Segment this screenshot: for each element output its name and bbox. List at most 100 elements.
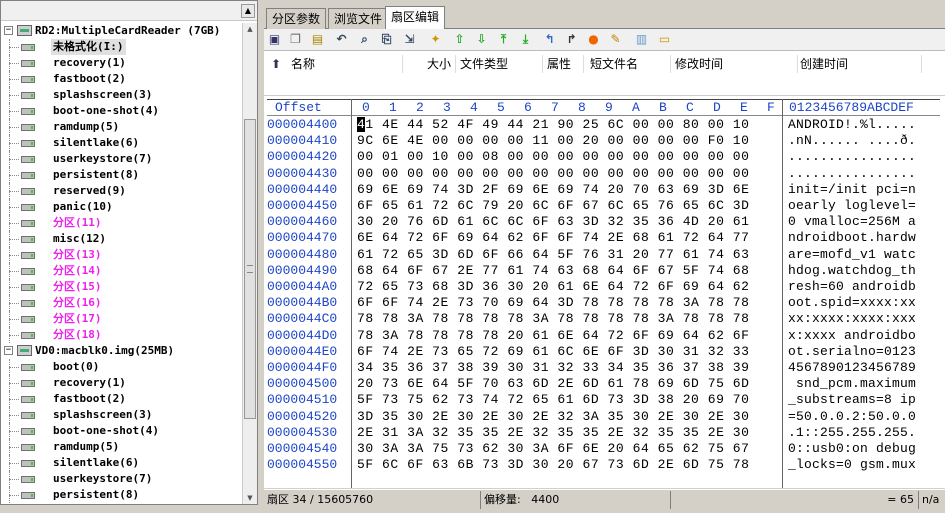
tree-item[interactable]: 分区(11) xyxy=(1,215,241,231)
folder-icon[interactable]: ▭ xyxy=(657,32,672,47)
scroll-up-icon[interactable]: ▲ xyxy=(241,4,255,18)
row-hex-bytes[interactable]: 78 3A 78 78 78 78 20 61 6E 64 72 6F 69 6… xyxy=(357,328,750,344)
row-ascii[interactable]: ................ xyxy=(788,149,916,165)
row-ascii[interactable]: xx:xxxx:xxxx:xxx xyxy=(788,311,916,327)
tree-item[interactable]: boot(0) xyxy=(1,359,241,375)
row-ascii[interactable]: ................ xyxy=(788,166,916,182)
hex-row[interactable]: 000004400 41 4E 44 52 4F 49 44 21 90 25 6… xyxy=(264,117,945,133)
row-hex-bytes[interactable]: 00 01 00 10 00 08 00 00 00 00 00 00 00 0… xyxy=(357,149,750,165)
tree-item[interactable]: ramdump(5) xyxy=(1,439,241,455)
tree-scrollbar[interactable]: ▲ ▼ xyxy=(242,23,257,504)
column-created[interactable]: 创建时间 xyxy=(797,55,922,73)
tree-item[interactable]: recovery(1) xyxy=(1,375,241,391)
hex-row[interactable]: 000004470 6E 64 72 6F 69 64 62 6F 6F 74 2… xyxy=(264,230,945,246)
row-hex-bytes[interactable]: 5F 6C 6F 63 6B 73 3D 30 20 67 73 6D 2E 6… xyxy=(357,457,750,473)
hex-row[interactable]: 000004410 9C 6E 4E 00 00 00 00 11 00 20 0… xyxy=(264,133,945,149)
goto-icon[interactable]: ⇲ xyxy=(402,32,417,47)
row-hex-bytes[interactable]: 41 4E 44 52 4F 49 44 21 90 25 6C 00 00 8… xyxy=(357,117,750,133)
row-ascii[interactable]: .1::255.255.255. xyxy=(788,425,916,441)
hex-row[interactable]: 000004420 00 01 00 10 00 08 00 00 00 00 0… xyxy=(264,149,945,165)
row-hex-bytes[interactable]: 20 73 6E 64 5F 70 63 6D 2E 6D 61 78 69 6… xyxy=(357,376,750,392)
tree-item[interactable]: 分区(18) xyxy=(1,327,241,343)
hex-row[interactable]: 000004440 69 6E 69 74 3D 2F 69 6E 69 74 2… xyxy=(264,182,945,198)
scroll-thumb[interactable] xyxy=(244,119,256,419)
row-hex-bytes[interactable]: 30 3A 3A 75 73 62 30 3A 6F 6E 20 64 65 6… xyxy=(357,441,750,457)
tree-item[interactable]: 分区(14) xyxy=(1,263,241,279)
tree-item[interactable]: misc(12) xyxy=(1,231,241,247)
hex-row[interactable]: 000004530 2E 31 3A 32 35 35 2E 32 35 35 2… xyxy=(264,425,945,441)
row-hex-bytes[interactable]: 72 65 73 68 3D 36 30 20 61 6E 64 72 6F 6… xyxy=(357,279,750,295)
hex-row[interactable]: 000004450 6F 65 61 72 6C 79 20 6C 6F 67 6… xyxy=(264,198,945,214)
save-icon[interactable]: ▣ xyxy=(267,32,282,47)
scroll-down-arrow-icon[interactable]: ▼ xyxy=(244,492,256,504)
tree-item[interactable]: 分区(15) xyxy=(1,279,241,295)
bookmark-icon[interactable]: ✦ xyxy=(428,32,443,47)
row-ascii[interactable]: 0::usb0:on debug xyxy=(788,441,916,457)
row-ascii[interactable]: 4567890123456789 xyxy=(788,360,916,376)
paste-icon[interactable]: ▤ xyxy=(310,32,325,47)
tree-item[interactable]: 未格式化(I:) xyxy=(1,39,241,55)
row-hex-bytes[interactable]: 78 78 3A 78 78 78 78 3A 78 78 78 78 3A 7… xyxy=(357,311,750,327)
tree-item[interactable]: splashscreen(3) xyxy=(1,407,241,423)
tree-item[interactable]: splashscreen(3) xyxy=(1,87,241,103)
first-sector-icon[interactable]: ⇧ xyxy=(452,32,467,47)
collapse-icon[interactable]: − xyxy=(4,26,13,35)
row-hex-bytes[interactable]: 6F 65 61 72 6C 79 20 6C 6F 67 6C 65 76 6… xyxy=(357,198,750,214)
color-icon[interactable]: ● xyxy=(586,32,601,47)
row-ascii[interactable]: =50.0.0.2:50.0.0 xyxy=(788,409,916,425)
row-hex-bytes[interactable]: 2E 31 3A 32 35 35 2E 32 35 35 2E 32 35 3… xyxy=(357,425,750,441)
up-arrow-icon[interactable]: ⬆ xyxy=(268,55,288,73)
tree-item[interactable]: silentlake(6) xyxy=(1,135,241,151)
row-ascii[interactable]: x:xxxx androidbo xyxy=(788,328,916,344)
bottom-icon[interactable]: ⤓ xyxy=(518,32,533,47)
row-hex-bytes[interactable]: 6F 6F 74 2E 73 70 69 64 3D 78 78 78 78 3… xyxy=(357,295,750,311)
hex-row[interactable]: 000004540 30 3A 3A 75 73 62 30 3A 6F 6E 2… xyxy=(264,441,945,457)
row-hex-bytes[interactable]: 68 64 6F 67 2E 77 61 74 63 68 64 6F 67 5… xyxy=(357,263,750,279)
hex-row[interactable]: 000004510 5F 73 75 62 73 74 72 65 61 6D 7… xyxy=(264,392,945,408)
hex-row[interactable]: 0000044B0 6F 6F 74 2E 73 70 69 64 3D 78 7… xyxy=(264,295,945,311)
hex-row[interactable]: 000004430 00 00 00 00 00 00 00 00 00 00 0… xyxy=(264,166,945,182)
row-ascii[interactable]: _substreams=8 ip xyxy=(788,392,916,408)
tree-item[interactable]: boot-one-shot(4) xyxy=(1,103,241,119)
hex-row[interactable]: 000004520 3D 35 30 2E 30 2E 30 2E 32 3A 3… xyxy=(264,409,945,425)
tree-item[interactable]: fastboot(2) xyxy=(1,71,241,87)
tree-root-device[interactable]: − RD2:MultipleCardReader (7GB) xyxy=(1,23,241,39)
tree-item[interactable]: ramdump(5) xyxy=(1,119,241,135)
row-ascii[interactable]: ANDROID!.%l..... xyxy=(788,117,916,133)
row-ascii[interactable]: oearly loglevel= xyxy=(788,198,916,214)
search-icon[interactable]: ⌕ xyxy=(357,32,372,47)
hex-row[interactable]: 000004500 20 73 6E 64 5F 70 63 6D 2E 6D 6… xyxy=(264,376,945,392)
row-hex-bytes[interactable]: 3D 35 30 2E 30 2E 30 2E 32 3A 35 30 2E 3… xyxy=(357,409,750,425)
row-ascii[interactable]: snd_pcm.maximum xyxy=(788,376,916,392)
tree-item[interactable]: recovery(1) xyxy=(1,55,241,71)
tree-item[interactable]: 分区(17) xyxy=(1,311,241,327)
tree-item[interactable]: 分区(13) xyxy=(1,247,241,263)
tree-item[interactable]: persistent(8) xyxy=(1,167,241,183)
row-ascii[interactable]: 0 vmalloc=256M a xyxy=(788,214,916,230)
collapse-icon[interactable]: − xyxy=(4,346,13,355)
tree-item[interactable]: persistent(8) xyxy=(1,487,241,503)
row-ascii[interactable]: ndroidboot.hardw xyxy=(788,230,916,246)
hex-editor[interactable]: Offset 0123456789ABCDEF 0123456789ABCDEF… xyxy=(264,96,945,488)
hex-row[interactable]: 0000044F0 34 35 36 37 38 39 30 31 32 33 3… xyxy=(264,360,945,376)
tree-item[interactable]: 分区(16) xyxy=(1,295,241,311)
row-hex-bytes[interactable]: 30 20 76 6D 61 6C 6C 6F 63 3D 32 35 36 4… xyxy=(357,214,750,230)
row-ascii[interactable]: _locks=0 gsm.mux xyxy=(788,457,916,473)
tree-item[interactable]: fastboot(2) xyxy=(1,391,241,407)
tree-item[interactable]: reserved(9) xyxy=(1,183,241,199)
row-ascii[interactable]: resh=60 androidb xyxy=(788,279,916,295)
jump-back-icon[interactable]: ↰ xyxy=(542,32,557,47)
row-hex-bytes[interactable]: 34 35 36 37 38 39 30 31 32 33 34 35 36 3… xyxy=(357,360,750,376)
column-attributes[interactable]: 属性 xyxy=(544,55,584,73)
tree-item[interactable]: boot-one-shot(4) xyxy=(1,423,241,439)
row-hex-bytes[interactable]: 61 72 65 3D 6D 6F 66 64 5F 76 31 20 77 6… xyxy=(357,247,750,263)
hex-row[interactable]: 0000044D0 78 3A 78 78 78 78 20 61 6E 64 7… xyxy=(264,328,945,344)
jump-forward-icon[interactable]: ↱ xyxy=(564,32,579,47)
tree-root-device[interactable]: − VD0:macblk0.img(25MB) xyxy=(1,343,241,359)
row-hex-bytes[interactable]: 6E 64 72 6F 69 64 62 6F 6F 74 2E 68 61 7… xyxy=(357,230,750,246)
template-icon[interactable]: ▥ xyxy=(634,32,649,47)
row-hex-bytes[interactable]: 69 6E 69 74 3D 2F 69 6E 69 74 20 70 63 6… xyxy=(357,182,750,198)
next-sector-icon[interactable]: ⇩ xyxy=(474,32,489,47)
row-hex-bytes[interactable]: 9C 6E 4E 00 00 00 00 11 00 20 00 00 00 0… xyxy=(357,133,750,149)
top-icon[interactable]: ⤒ xyxy=(496,32,511,47)
